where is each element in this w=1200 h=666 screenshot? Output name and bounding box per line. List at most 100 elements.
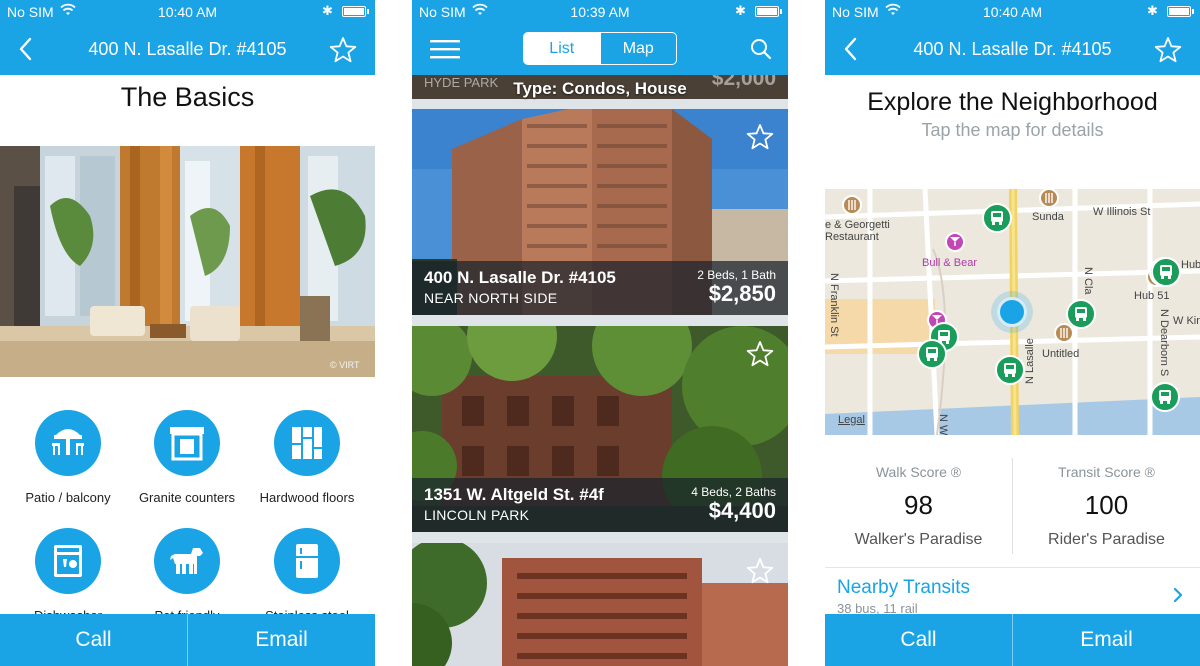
listing-card[interactable]: 1351 W. Altgeld St. #4f LINCOLN PARK 4 B… xyxy=(412,326,788,532)
favorite-star-icon[interactable] xyxy=(329,36,357,64)
listing-price: $4,400 xyxy=(708,498,776,523)
walk-score-label: Walk Score ® xyxy=(875,464,962,480)
map-label: Sunda xyxy=(1032,211,1064,223)
transit-pin-icon[interactable] xyxy=(1066,299,1096,329)
map-label: N Franklin St xyxy=(828,273,840,337)
favorite-star-icon[interactable] xyxy=(746,557,774,585)
status-bar: No SIM 10:39 AM ✱ xyxy=(412,0,788,24)
transit-pin-icon[interactable] xyxy=(982,203,1012,233)
map-label: Bull & Bear xyxy=(922,257,978,269)
amenity-dishwasher: Dishwasher xyxy=(8,528,128,623)
tab-list[interactable]: List xyxy=(524,33,600,64)
bluetooth-icon: ✱ xyxy=(1147,3,1158,18)
transit-score-description: Rider's Paradise xyxy=(1048,531,1165,548)
amenity-label: Granite counters xyxy=(138,490,236,505)
listing-neighborhood: LINCOLN PARK xyxy=(424,507,530,523)
nearby-transits-title: Nearby Transits xyxy=(837,577,971,598)
transit-pin-icon[interactable] xyxy=(1150,382,1180,412)
amenity-label: Patio / balcony xyxy=(25,490,111,505)
photo-watermark: © VIRT xyxy=(330,360,360,370)
nav-title: 400 N. Lasalle Dr. #4105 xyxy=(913,39,1112,59)
transit-pin-icon[interactable] xyxy=(917,339,947,369)
clock: 10:40 AM xyxy=(157,4,218,20)
restaurant-pin-icon[interactable] xyxy=(1039,189,1059,208)
amenity-hardwood: Hardwood floors xyxy=(247,410,367,505)
restaurant-pin-icon[interactable] xyxy=(842,195,862,215)
amenity-label: Hardwood floors xyxy=(259,490,355,505)
call-button[interactable]: Call xyxy=(825,614,1012,666)
dishwasher-icon xyxy=(35,528,101,594)
counter-icon xyxy=(154,410,220,476)
transit-pin-icon[interactable] xyxy=(1151,257,1181,287)
bluetooth-icon: ✱ xyxy=(322,3,333,18)
back-arrow-icon[interactable] xyxy=(839,36,865,62)
current-location-marker xyxy=(997,297,1027,327)
transit-score-label: Transit Score ® xyxy=(1058,464,1155,480)
tab-map[interactable]: Map xyxy=(599,33,677,64)
legal-link[interactable]: Legal xyxy=(838,414,865,426)
listing-neighborhood: NEAR NORTH SIDE xyxy=(424,290,558,306)
favorite-star-icon[interactable] xyxy=(1154,36,1182,64)
map-label: W Kin xyxy=(1173,315,1200,327)
email-button[interactable]: Email xyxy=(187,614,375,666)
transit-score-value: 100 xyxy=(1084,490,1129,520)
battery-icon xyxy=(1167,6,1194,17)
battery-icon xyxy=(755,6,782,17)
nav-bar: 400 N. Lasalle Dr. #4105 xyxy=(825,24,1200,75)
property-photo[interactable]: © VIRT xyxy=(0,146,375,377)
map-label: Hub xyxy=(1181,259,1200,271)
walk-score-description: Walker's Paradise xyxy=(854,531,983,548)
listing-card[interactable]: 400 N. Lasalle Dr. #4105 NEAR NORTH SIDE… xyxy=(412,109,788,315)
listing-info: 1351 W. Altgeld St. #4f LINCOLN PARK 4 B… xyxy=(412,478,788,532)
scores-panel: Walk Score ® 98 Walker's Paradise Transi… xyxy=(825,456,1200,556)
floor-planks-icon xyxy=(274,410,340,476)
listing-photo xyxy=(412,543,788,666)
contact-bar: Call Email xyxy=(0,614,375,666)
map-label: Hub 51 xyxy=(1134,290,1170,302)
contact-bar: Call Email xyxy=(825,614,1200,666)
clock: 10:40 AM xyxy=(982,4,1043,20)
filter-label: Type: Condos, House xyxy=(513,79,687,98)
amenity-pet: Pet friendly xyxy=(127,528,247,623)
status-bar: No SIM 10:40 AM ✱ xyxy=(0,0,375,24)
back-arrow-icon[interactable] xyxy=(14,36,40,62)
listing-address: 400 N. Lasalle Dr. #4105 xyxy=(424,268,616,287)
walk-score: Walk Score ® 98 Walker's Paradise xyxy=(825,456,1012,549)
chevron-right-icon xyxy=(1173,588,1183,602)
map-label: N Cla xyxy=(1082,267,1094,295)
search-icon[interactable] xyxy=(750,38,772,60)
transit-score: Transit Score ® 100 Rider's Paradise xyxy=(1013,456,1200,549)
nav-title: 400 N. Lasalle Dr. #4105 xyxy=(88,39,287,59)
call-button[interactable]: Call xyxy=(0,614,187,666)
clock: 10:39 AM xyxy=(570,4,630,20)
map-label: N Dearborn S xyxy=(1158,309,1170,377)
email-button[interactable]: Email xyxy=(1012,614,1200,666)
map-label: Untitled xyxy=(1042,348,1080,360)
listing-info: 400 N. Lasalle Dr. #4105 NEAR NORTH SIDE… xyxy=(412,261,788,315)
nearby-transits-row[interactable]: Nearby Transits 38 bus, 11 rail xyxy=(825,567,1200,616)
map-label: N W xyxy=(937,414,949,435)
bar-pin-icon[interactable] xyxy=(945,232,965,252)
transit-pin-icon[interactable] xyxy=(995,355,1025,385)
section-title: Explore the Neighborhood xyxy=(867,88,1158,116)
amenity-patio: Patio / balcony xyxy=(8,410,128,505)
favorite-star-icon[interactable] xyxy=(746,123,774,151)
battery-icon xyxy=(342,6,369,17)
fridge-icon xyxy=(274,528,340,594)
property-basics-screen: No SIM 10:40 AM ✱ 400 N. Lasalle Dr. #41… xyxy=(0,0,375,666)
neighborhood-map[interactable]: e & Georgetti Restaurant Sunda W Illinoi… xyxy=(825,189,1200,435)
patio-table-icon xyxy=(35,410,101,476)
map-label: e & Georgetti Restaurant xyxy=(825,219,890,243)
dog-icon xyxy=(154,528,220,594)
map-label: W Illinois St xyxy=(1093,206,1151,218)
amenity-granite: Granite counters xyxy=(127,410,247,505)
walk-score-value: 98 xyxy=(904,490,933,520)
nav-bar: List Map xyxy=(412,24,788,75)
amenity-stainless: Stainless steel xyxy=(247,528,367,623)
listing-beds-baths: 2 Beds, 1 Bath xyxy=(697,268,776,282)
nav-bar: 400 N. Lasalle Dr. #4105 xyxy=(0,24,375,75)
menu-icon[interactable] xyxy=(430,39,460,59)
favorite-star-icon[interactable] xyxy=(746,340,774,368)
listing-card[interactable] xyxy=(412,543,788,666)
neighborhood-screen: No SIM 10:40 AM ✱ 400 N. Lasalle Dr. #41… xyxy=(825,0,1200,666)
